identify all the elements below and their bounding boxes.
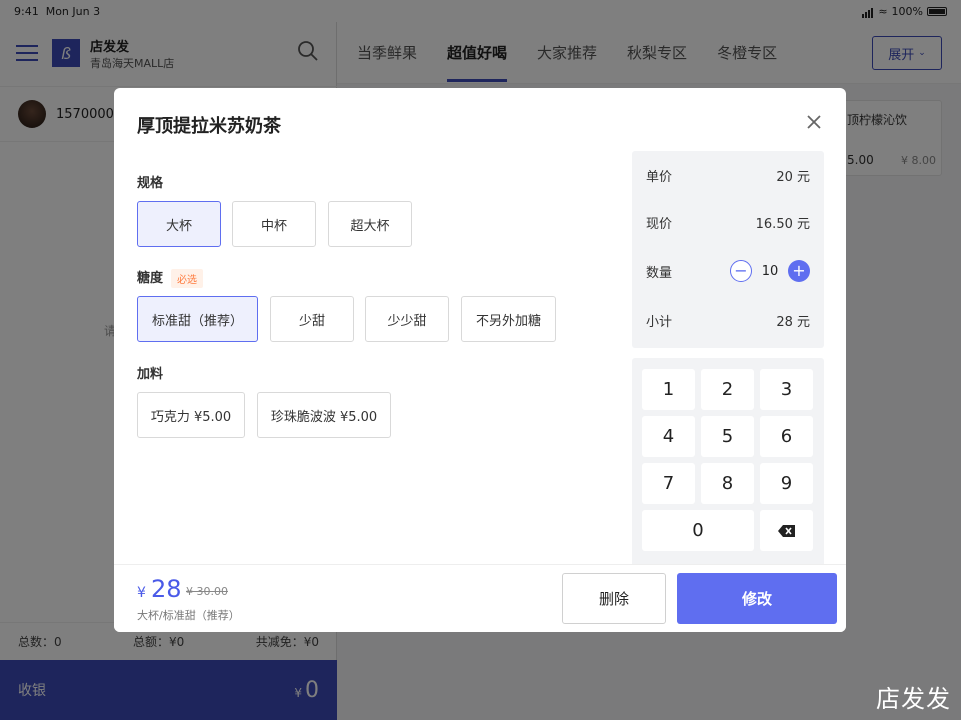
sugar-option-much-less[interactable]: 少少甜 [365,296,449,342]
key-3[interactable]: 3 [760,369,813,410]
key-5[interactable]: 5 [701,416,754,457]
quantity-row: 数量 − 10 + [646,259,810,283]
key-1[interactable]: 1 [642,369,695,410]
key-0[interactable]: 0 [642,510,754,551]
key-7[interactable]: 7 [642,463,695,504]
numeric-keypad: 1 2 3 4 5 6 7 8 9 0 [632,358,824,568]
topping-option-chocolate[interactable]: 巧克力 ¥5.00 [137,392,245,438]
sugar-option-less[interactable]: 少甜 [270,296,354,342]
total-currency: ¥ [137,585,146,601]
modal-title: 厚顶提拉米苏奶茶 [137,116,281,137]
key-2[interactable]: 2 [701,369,754,410]
unit-price-row: 单价 20 元 [646,169,810,185]
size-option-xlarge[interactable]: 超大杯 [328,201,412,247]
original-price: ¥ 30.00 [186,585,228,598]
key-8[interactable]: 8 [701,463,754,504]
modal-footer: ¥ 28 ¥ 30.00 大杯/标准甜（推荐） 删除 修改 [114,564,846,632]
key-4[interactable]: 4 [642,416,695,457]
modify-button[interactable]: 修改 [677,573,837,624]
size-option-large[interactable]: 大杯 [137,201,221,247]
total-price: 28 [151,575,182,603]
sugar-option-standard[interactable]: 标准甜（推荐） [137,296,258,342]
size-option-medium[interactable]: 中杯 [232,201,316,247]
close-icon[interactable] [806,114,822,130]
current-price-row: 现价 16.50 元 [646,216,810,232]
quantity-value[interactable]: 10 [760,264,780,279]
backspace-icon[interactable] [760,510,813,551]
size-label: 规格 [137,176,164,191]
sugar-label: 糖度 必选 [137,267,204,288]
product-options-modal: 厚顶提拉米苏奶茶 规格 大杯 中杯 超大杯 糖度 必选 标准甜（推荐） 少甜 少少… [114,88,846,632]
key-6[interactable]: 6 [760,416,813,457]
topping-label: 加料 [137,367,164,382]
required-badge: 必选 [171,269,204,288]
quantity-stepper: − 10 + [730,260,810,282]
topping-option-pearl[interactable]: 珍珠脆波波 ¥5.00 [257,392,391,438]
selected-spec: 大杯/标准甜（推荐） [137,609,240,622]
subtotal-row: 小计 28 元 [646,314,810,330]
sugar-option-none[interactable]: 不另外加糖 [461,296,556,342]
watermark: 店发发 [876,685,951,713]
plus-icon[interactable]: + [788,260,810,282]
key-9[interactable]: 9 [760,463,813,504]
delete-button[interactable]: 删除 [562,573,666,624]
minus-icon[interactable]: − [730,260,752,282]
price-panel: 单价 20 元 现价 16.50 元 数量 − 10 + 小计 28 元 [632,151,824,348]
